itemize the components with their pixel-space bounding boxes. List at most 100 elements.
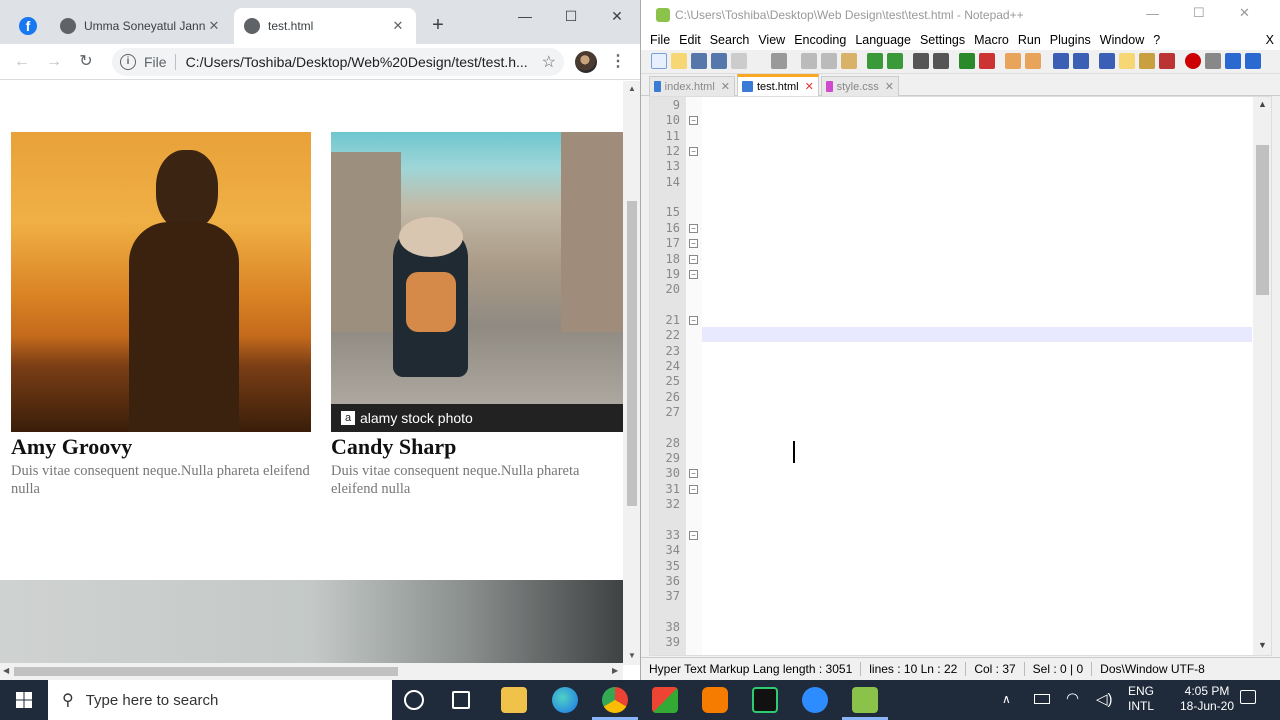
- address-bar[interactable]: i File C:/Users/Toshiba/Desktop/Web%20De…: [112, 48, 564, 76]
- scroll-up-arrow-icon[interactable]: ▲: [1258, 99, 1267, 109]
- play-macro-icon[interactable]: [1225, 53, 1241, 69]
- menu-file[interactable]: File: [650, 33, 670, 47]
- start-button[interactable]: [0, 680, 48, 720]
- language-indicator[interactable]: ENG INTL: [1128, 684, 1154, 714]
- fold-toggle-icon[interactable]: −: [689, 116, 698, 126]
- copy-icon[interactable]: [821, 53, 837, 69]
- indent-guide-icon[interactable]: [1099, 53, 1115, 69]
- zoom-in-icon[interactable]: [959, 53, 975, 69]
- maximize-button[interactable]: ☐: [1193, 5, 1205, 21]
- fold-toggle-icon[interactable]: −: [689, 254, 698, 264]
- forward-icon[interactable]: →: [42, 50, 66, 74]
- save-all-icon[interactable]: [711, 53, 727, 69]
- close-tab-icon[interactable]: ✕: [390, 18, 406, 34]
- office-icon[interactable]: [652, 687, 678, 713]
- fold-toggle-icon[interactable]: −: [689, 484, 698, 494]
- file-tab-style[interactable]: style.css ✕: [821, 76, 899, 96]
- xampp-icon[interactable]: [702, 687, 728, 713]
- notification-icon[interactable]: [1240, 690, 1256, 704]
- minimize-button[interactable]: —: [1146, 6, 1159, 21]
- code-area[interactable]: [702, 97, 1252, 655]
- new-file-icon[interactable]: [651, 53, 667, 69]
- sync-v-icon[interactable]: [1005, 53, 1021, 69]
- close-button[interactable]: ✕: [1239, 5, 1250, 21]
- redo-icon[interactable]: [887, 53, 903, 69]
- stop-macro-icon[interactable]: [1205, 53, 1221, 69]
- menu-settings[interactable]: Settings: [920, 33, 965, 47]
- new-tab-button[interactable]: +: [426, 14, 450, 38]
- menu-run[interactable]: Run: [1018, 33, 1041, 47]
- fold-toggle-icon[interactable]: −: [689, 147, 698, 157]
- page-horizontal-scrollbar[interactable]: ◀ ▶: [0, 663, 623, 680]
- menu-edit[interactable]: Edit: [679, 33, 701, 47]
- file-explorer-icon[interactable]: [501, 687, 527, 713]
- fold-toggle-icon[interactable]: −: [689, 315, 698, 325]
- pycharm-icon[interactable]: [752, 687, 778, 713]
- menu-encoding[interactable]: Encoding: [794, 33, 846, 47]
- facebook-icon[interactable]: f: [19, 17, 37, 35]
- info-icon[interactable]: i: [120, 54, 136, 70]
- show-all-chars-icon[interactable]: [1073, 53, 1089, 69]
- tab-test-html[interactable]: test.html ✕: [234, 8, 416, 44]
- fold-toggle-icon[interactable]: −: [689, 530, 698, 540]
- scroll-up-arrow-icon[interactable]: ▲: [628, 84, 636, 93]
- code-editor[interactable]: 9 10 11 12 13 14 15 16 17 18 19 20 21 22 23 24 25 26 27 28 2…: [649, 96, 1272, 656]
- print-icon[interactable]: [771, 53, 787, 69]
- word-wrap-icon[interactable]: [1053, 53, 1069, 69]
- find-icon[interactable]: [913, 53, 929, 69]
- notepad-plus-plus-icon[interactable]: [852, 687, 878, 713]
- close-button[interactable]: ✕: [594, 4, 640, 28]
- avatar[interactable]: [575, 51, 597, 73]
- scroll-down-arrow-icon[interactable]: ▼: [1258, 640, 1267, 650]
- open-file-icon[interactable]: [671, 53, 687, 69]
- scroll-thumb[interactable]: [1256, 145, 1269, 295]
- scroll-down-arrow-icon[interactable]: ▼: [628, 651, 636, 660]
- chevron-up-icon[interactable]: ∧: [1002, 692, 1011, 706]
- back-icon[interactable]: ←: [10, 50, 34, 74]
- fold-toggle-icon[interactable]: −: [689, 239, 698, 249]
- edge-icon[interactable]: [552, 687, 578, 713]
- page-vertical-scrollbar[interactable]: ▲ ▼: [623, 81, 640, 665]
- close-tab-icon[interactable]: ✕: [885, 80, 894, 93]
- zoom-out-icon[interactable]: [979, 53, 995, 69]
- url-text[interactable]: C:/Users/Toshiba/Desktop/Web%20Design/te…: [186, 54, 542, 70]
- clock[interactable]: 4:05 PM 18-Jun-20: [1178, 684, 1236, 714]
- scroll-left-arrow-icon[interactable]: ◀: [3, 666, 9, 675]
- bookmark-star-icon[interactable]: ☆: [542, 52, 556, 72]
- fold-toggle-icon[interactable]: −: [689, 269, 698, 279]
- close-icon[interactable]: [731, 53, 747, 69]
- function-list-icon[interactable]: [1159, 53, 1175, 69]
- cortana-icon[interactable]: [404, 690, 424, 710]
- file-tab-index[interactable]: index.html ✕: [649, 76, 735, 96]
- maximize-button[interactable]: ☐: [548, 4, 594, 28]
- chrome-icon[interactable]: [602, 687, 628, 713]
- menu-kebab-icon[interactable]: ⋮: [606, 50, 630, 74]
- tab-umma[interactable]: Umma Soneyatul Jann ✕: [50, 8, 232, 44]
- volume-icon[interactable]: ◁): [1096, 690, 1113, 708]
- battery-icon[interactable]: [1034, 694, 1050, 704]
- file-tab-test[interactable]: test.html ✕: [737, 74, 819, 96]
- task-view-icon[interactable]: [452, 691, 470, 709]
- save-icon[interactable]: [691, 53, 707, 69]
- menu-language[interactable]: Language: [855, 33, 911, 47]
- udl-icon[interactable]: [1119, 53, 1135, 69]
- replace-icon[interactable]: [933, 53, 949, 69]
- scroll-thumb[interactable]: [14, 667, 398, 676]
- reload-icon[interactable]: ↻: [74, 50, 98, 74]
- doc-map-icon[interactable]: [1139, 53, 1155, 69]
- editor-scrollbar[interactable]: ▲ ▼: [1253, 97, 1271, 655]
- wifi-icon[interactable]: ◠: [1066, 689, 1079, 707]
- menu-macro[interactable]: Macro: [974, 33, 1009, 47]
- taskbar-search[interactable]: ⚲ Type here to search: [48, 680, 392, 720]
- fold-toggle-icon[interactable]: −: [689, 469, 698, 479]
- sync-h-icon[interactable]: [1025, 53, 1041, 69]
- scroll-right-arrow-icon[interactable]: ▶: [612, 666, 618, 675]
- scroll-thumb[interactable]: [627, 201, 637, 506]
- menu-search[interactable]: Search: [710, 33, 750, 47]
- fold-toggle-icon[interactable]: −: [689, 223, 698, 233]
- menu-plugins[interactable]: Plugins: [1050, 33, 1091, 47]
- close-document-button[interactable]: X: [1266, 33, 1274, 47]
- close-tab-icon[interactable]: ✕: [206, 18, 222, 34]
- zoom-icon[interactable]: [802, 687, 828, 713]
- cut-icon[interactable]: [801, 53, 817, 69]
